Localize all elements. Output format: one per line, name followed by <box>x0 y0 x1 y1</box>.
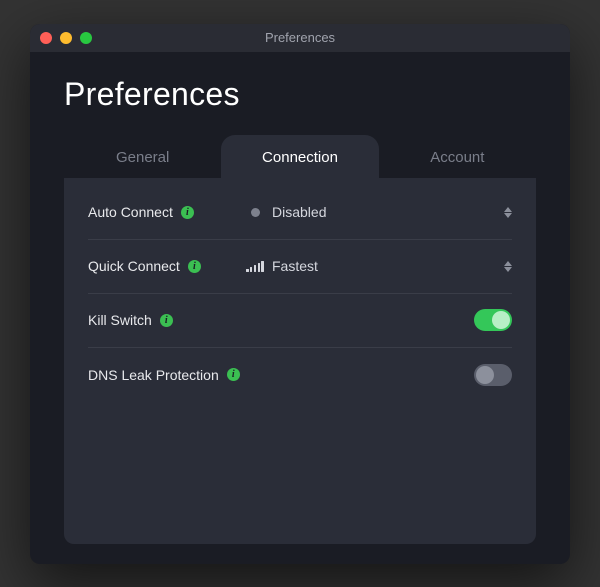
quick-connect-label-group: Quick Connect i <box>88 258 248 274</box>
tab-bar: General Connection Account <box>64 135 536 178</box>
row-auto-connect: Auto Connect i Disabled <box>88 186 512 240</box>
dns-leak-toggle[interactable] <box>474 364 512 386</box>
auto-connect-label-group: Auto Connect i <box>88 204 248 220</box>
content-area: Preferences General Connection Account A… <box>30 52 570 564</box>
kill-switch-toggle[interactable] <box>474 309 512 331</box>
row-quick-connect: Quick Connect i Fastest <box>88 240 512 294</box>
info-icon[interactable]: i <box>227 368 240 381</box>
disabled-dot-icon <box>248 205 262 219</box>
close-window-button[interactable] <box>40 32 52 44</box>
tab-general[interactable]: General <box>64 135 221 178</box>
window-title: Preferences <box>265 30 335 45</box>
stepper-icon[interactable] <box>504 207 512 218</box>
toggle-knob <box>476 366 494 384</box>
quick-connect-value: Fastest <box>272 258 318 274</box>
quick-connect-label: Quick Connect <box>88 258 180 274</box>
info-icon[interactable]: i <box>188 260 201 273</box>
quick-connect-select[interactable]: Fastest <box>248 258 512 274</box>
dns-leak-label-group: DNS Leak Protection i <box>88 367 288 383</box>
kill-switch-label-group: Kill Switch i <box>88 312 248 328</box>
preferences-window: Preferences Preferences General Connecti… <box>30 24 570 564</box>
info-icon[interactable]: i <box>181 206 194 219</box>
kill-switch-label: Kill Switch <box>88 312 152 328</box>
traffic-lights <box>40 32 92 44</box>
auto-connect-value: Disabled <box>272 204 326 220</box>
page-title: Preferences <box>64 76 536 113</box>
auto-connect-select[interactable]: Disabled <box>248 204 512 220</box>
zoom-window-button[interactable] <box>80 32 92 44</box>
dns-leak-label: DNS Leak Protection <box>88 367 219 383</box>
row-dns-leak-protection: DNS Leak Protection i <box>88 348 512 402</box>
tab-connection[interactable]: Connection <box>221 135 378 178</box>
tab-account[interactable]: Account <box>379 135 536 178</box>
stepper-icon[interactable] <box>504 261 512 272</box>
minimize-window-button[interactable] <box>60 32 72 44</box>
titlebar: Preferences <box>30 24 570 52</box>
row-kill-switch: Kill Switch i <box>88 294 512 348</box>
auto-connect-label: Auto Connect <box>88 204 173 220</box>
toggle-knob <box>492 311 510 329</box>
info-icon[interactable]: i <box>160 314 173 327</box>
settings-panel: Auto Connect i Disabled Quick Connect i <box>64 178 536 544</box>
signal-bars-icon <box>248 259 262 273</box>
